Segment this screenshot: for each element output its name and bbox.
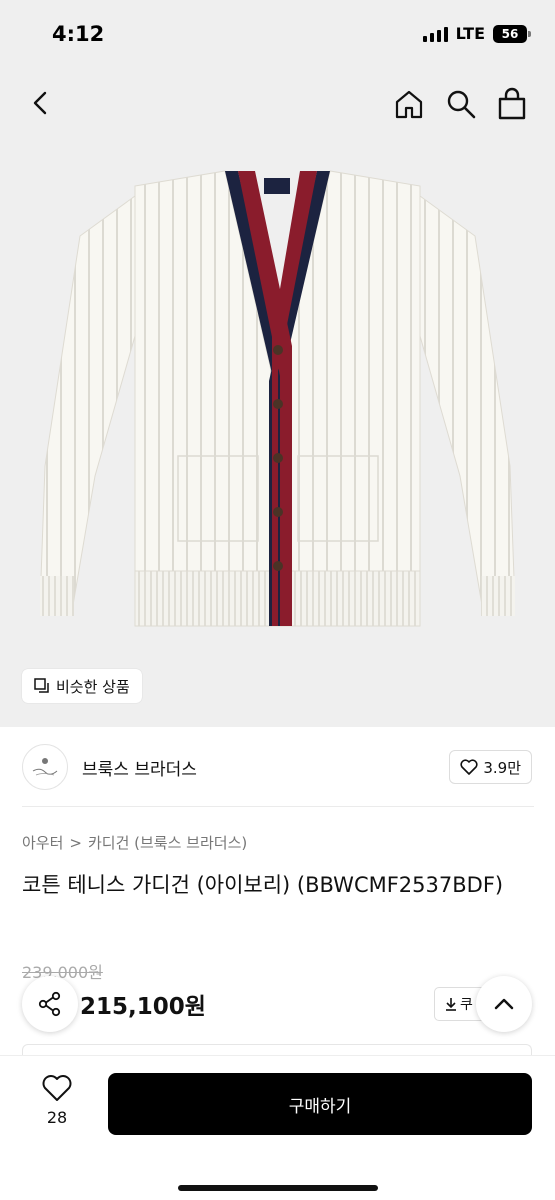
brand-like-count: 3.9만	[483, 758, 521, 777]
similar-products-button[interactable]: 비슷한 상품	[22, 669, 142, 703]
divider	[22, 806, 534, 807]
chevron-left-icon[interactable]	[26, 88, 56, 118]
buy-button[interactable]: 구매하기	[108, 1073, 532, 1135]
brand-name[interactable]: 브룩스 브라더스	[82, 755, 197, 780]
similar-items-icon	[34, 678, 49, 693]
battery-level: 56	[501, 26, 519, 41]
brand-row[interactable]: 브룩스 브라더스 3.9만	[22, 743, 532, 791]
heart-icon	[460, 759, 478, 775]
brand-logo[interactable]	[22, 744, 68, 790]
bottom-action-bar: 28 구매하기	[0, 1055, 555, 1200]
share-button[interactable]	[22, 976, 78, 1032]
breadcrumb-category[interactable]: 아우터	[22, 832, 63, 853]
similar-products-label: 비슷한 상품	[56, 677, 130, 696]
battery-icon: 56	[493, 24, 531, 43]
brand-logo-icon	[32, 758, 58, 776]
scroll-to-top-button[interactable]	[476, 976, 532, 1032]
share-icon	[38, 991, 61, 1017]
product-title: 코튼 테니스 가디건 (아이보리) (BBWCMF2537BDF)	[22, 873, 504, 897]
breadcrumb-separator: >	[69, 833, 82, 852]
product-image-area[interactable]: 비슷한 상품	[0, 72, 555, 727]
search-icon[interactable]	[445, 88, 477, 120]
status-time: 4:12	[52, 22, 105, 46]
network-label: LTE	[455, 24, 485, 43]
wishlist-button[interactable]: 28	[30, 1074, 84, 1127]
chevron-up-icon	[494, 998, 514, 1010]
breadcrumb: 아우터 > 카디건 (브룩스 브라더스)	[22, 832, 247, 853]
shopping-bag-icon[interactable]	[496, 87, 528, 121]
brand-like-button[interactable]: 3.9만	[449, 750, 532, 784]
signal-icon	[422, 26, 448, 42]
wishlist-count: 28	[46, 1108, 68, 1127]
status-bar: 4:12 LTE 56	[0, 0, 555, 72]
download-icon	[446, 998, 456, 1011]
sale-price: 215,100원	[80, 994, 206, 1020]
home-icon[interactable]	[393, 88, 425, 120]
status-indicators: LTE 56	[422, 24, 531, 43]
heart-icon	[42, 1075, 72, 1101]
product-photo	[40, 170, 515, 627]
home-indicator	[178, 1185, 378, 1191]
coupon-label: 쿠	[460, 997, 473, 1013]
breadcrumb-subcategory[interactable]: 카디건 (브룩스 브라더스)	[88, 832, 247, 853]
